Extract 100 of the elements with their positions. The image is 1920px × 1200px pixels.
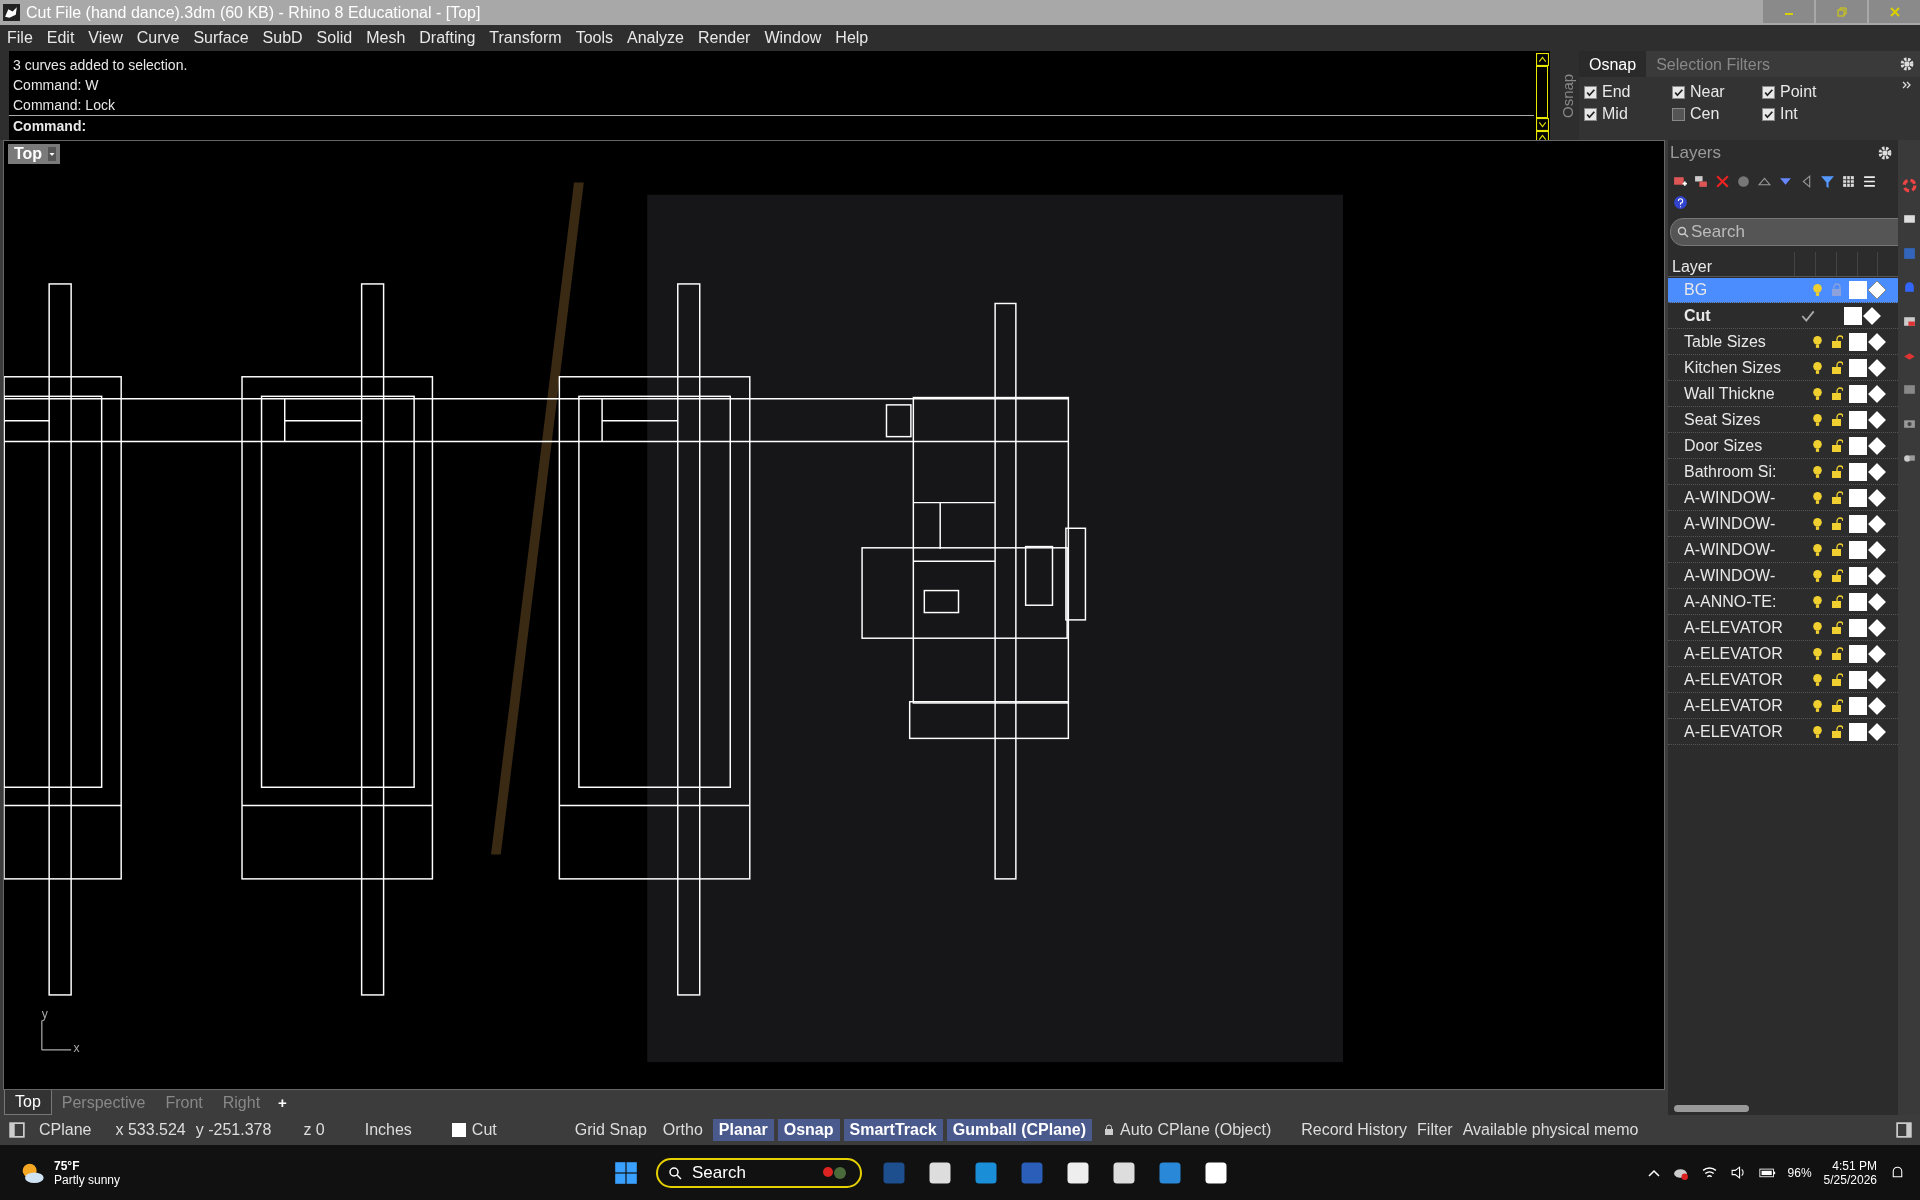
checkbox[interactable] (1762, 107, 1775, 121)
lock-icon[interactable] (1831, 621, 1843, 635)
menu-item[interactable]: Render (697, 29, 751, 47)
lightbulb-icon[interactable] (1812, 724, 1823, 740)
layer-row[interactable]: A-ELEVATOR (1668, 720, 1898, 745)
caret-icon[interactable] (48, 147, 57, 161)
current-layer[interactable]: Cut (471, 1121, 497, 1139)
material-diamond-icon[interactable] (1867, 592, 1887, 612)
lightbulb-icon[interactable] (1812, 490, 1823, 506)
lock-icon[interactable] (1831, 491, 1843, 505)
lock-icon[interactable] (1831, 465, 1843, 479)
menu-item[interactable]: SubD (262, 29, 303, 47)
lightbulb-icon[interactable] (1812, 464, 1823, 480)
menu-item[interactable]: File (7, 29, 33, 47)
checkbox[interactable] (1584, 85, 1597, 99)
material-diamond-icon[interactable] (1867, 644, 1887, 664)
menu-item[interactable]: Curve (136, 29, 180, 47)
battery-percent[interactable]: 96% (1787, 1165, 1812, 1180)
material-diamond-icon[interactable] (1867, 384, 1887, 404)
settings-icon[interactable] (1878, 146, 1892, 160)
lock-icon[interactable] (1831, 335, 1843, 349)
lock-icon[interactable] (1831, 699, 1843, 713)
menu-item[interactable]: Analyze (627, 29, 684, 47)
status-toggle[interactable]: Ortho (656, 1119, 709, 1141)
new-layer-icon[interactable] (1673, 174, 1688, 189)
lock-icon[interactable] (1831, 569, 1843, 583)
double-chevron-icon[interactable] (1902, 81, 1912, 89)
panel-toggle-icon[interactable] (1896, 1122, 1912, 1138)
status-toggle[interactable]: SmartTrack (843, 1119, 943, 1141)
menu-item[interactable]: Tools (575, 29, 613, 47)
lightbulb-icon[interactable] (1812, 386, 1823, 402)
checkbox[interactable] (1672, 85, 1685, 99)
layer-row[interactable]: A-WINDOW- (1668, 512, 1898, 537)
layer-row[interactable]: Bathroom Si: (1668, 460, 1898, 485)
color-swatch[interactable] (1849, 359, 1867, 377)
material-diamond-icon[interactable] (1867, 722, 1887, 742)
lightbulb-icon[interactable] (1812, 438, 1823, 454)
lightbulb-icon[interactable] (1812, 568, 1823, 584)
material-diamond-icon[interactable] (1867, 514, 1887, 534)
layer-row[interactable]: Wall Thickne (1668, 382, 1898, 407)
material-diamond-icon[interactable] (1862, 306, 1882, 326)
menu-item[interactable]: Drafting (419, 29, 476, 47)
menu-item[interactable]: View (88, 29, 123, 47)
lightbulb-icon[interactable] (1812, 698, 1823, 714)
material-diamond-icon[interactable] (1867, 462, 1887, 482)
scroll-track[interactable] (1536, 66, 1548, 118)
color-swatch[interactable] (1849, 385, 1867, 403)
osnap-checkbox[interactable]: Mid (1584, 105, 1672, 123)
lock-icon[interactable] (1831, 595, 1843, 609)
layer-row[interactable]: A-WINDOW- (1668, 538, 1898, 563)
color-swatch[interactable] (1849, 697, 1867, 715)
status-toggle[interactable]: Osnap (777, 1119, 840, 1141)
menu-item[interactable]: Mesh (366, 29, 406, 47)
color-swatch[interactable] (1849, 463, 1867, 481)
color-wheel-icon[interactable] (1901, 178, 1917, 193)
color-swatch[interactable] (1849, 541, 1867, 559)
layer-row[interactable]: A-WINDOW- (1668, 564, 1898, 589)
checkbox[interactable] (1584, 107, 1597, 121)
auto-cplane-toggle[interactable]: Auto CPlane (Object) (1120, 1121, 1272, 1139)
delete-icon[interactable] (1715, 174, 1730, 189)
lock-icon[interactable] (1831, 647, 1843, 661)
material-diamond-icon[interactable] (1867, 566, 1887, 586)
color-swatch[interactable] (1849, 593, 1867, 611)
scroll-down-icon[interactable] (1535, 118, 1549, 131)
column-header[interactable]: Layer (1672, 258, 1795, 276)
material-diamond-icon[interactable] (1867, 436, 1887, 456)
speaker-icon[interactable] (1729, 1164, 1747, 1181)
layer-row[interactable]: A-ELEVATOR (1668, 694, 1898, 719)
color-swatch[interactable] (1849, 489, 1867, 507)
viewport[interactable]: y x Top (3, 140, 1665, 1090)
windows-start-icon[interactable] (614, 1160, 638, 1185)
color-swatch[interactable] (1849, 281, 1867, 299)
menu-item[interactable]: Transform (489, 29, 562, 47)
menu-item[interactable]: Surface (193, 29, 249, 47)
color-swatch[interactable] (1849, 333, 1867, 351)
lightbulb-icon[interactable] (1812, 412, 1823, 428)
checkbox[interactable] (1672, 107, 1685, 121)
material-diamond-icon[interactable] (1867, 618, 1887, 638)
color-swatch[interactable] (1844, 307, 1862, 325)
lock-icon[interactable] (1831, 413, 1843, 427)
checkmark-icon[interactable] (1800, 308, 1816, 324)
sublayer-icon[interactable] (1694, 174, 1709, 189)
lock-icon[interactable] (1831, 673, 1843, 687)
status-toggle[interactable]: Planar (712, 1119, 774, 1141)
scrollbar-thumb[interactable] (1674, 1104, 1749, 1112)
units-label[interactable]: Inches (364, 1121, 412, 1139)
menu-item[interactable]: Help (835, 29, 869, 47)
filter-toggle[interactable]: Filter (1417, 1121, 1453, 1139)
material-diamond-icon[interactable] (1867, 410, 1887, 430)
layer-color-swatch[interactable] (451, 1123, 466, 1137)
lightbulb-icon[interactable] (1812, 594, 1823, 610)
material-diamond-icon[interactable] (1867, 332, 1887, 352)
color-swatch[interactable] (1849, 437, 1867, 455)
layer-row[interactable]: A-WINDOW- (1668, 486, 1898, 511)
osnap-checkbox[interactable]: Cen (1672, 105, 1762, 123)
checkbox[interactable] (1762, 85, 1775, 99)
clock[interactable]: 4:51 PM 5/25/2026 (1823, 1158, 1877, 1187)
osnap-checkbox[interactable]: Int (1762, 105, 1852, 123)
layer-row[interactable]: Door Sizes (1668, 434, 1898, 459)
viewport-label[interactable]: Top (8, 144, 61, 164)
